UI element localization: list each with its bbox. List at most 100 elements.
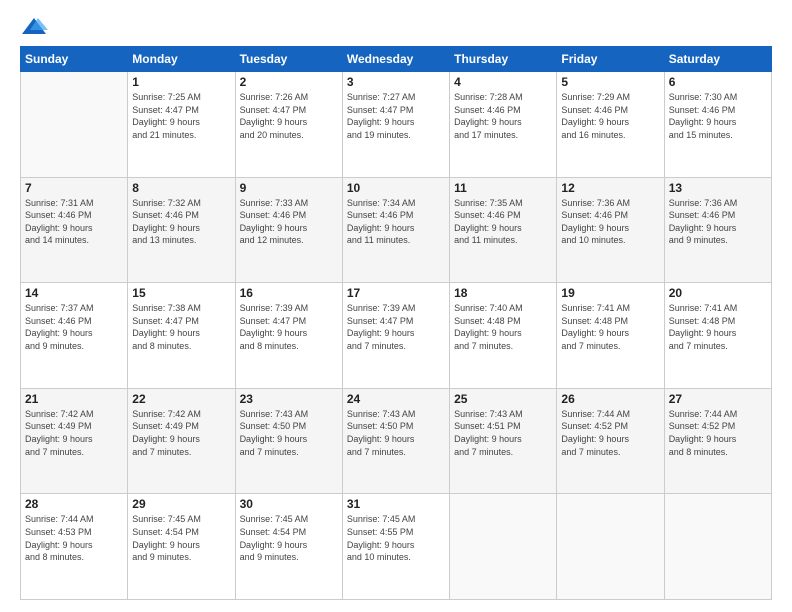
calendar-cell: 31 Sunrise: 7:45 AMSunset: 4:55 PMDayligh… [342, 494, 449, 600]
calendar-cell: 11Sunrise: 7:35 AMSunset: 4:46 PMDayligh… [450, 177, 557, 283]
calendar-cell: 22 Sunrise: 7:42 AMSunset: 4:49 PMDayligh… [128, 388, 235, 494]
day-info: Sunrise: 7:41 AMSunset: 4:48 PMDaylight:… [669, 302, 767, 352]
day-info: Sunrise: 7:38 AMSunset: 4:47 PMDaylight:… [132, 302, 230, 352]
day-info: Sunrise: 7:45 AMSunset: 4:54 PMDaylight:… [240, 513, 338, 563]
day-info: Sunrise: 7:33 AMSunset: 4:46 PMDaylight:… [240, 197, 338, 247]
day-info: Sunrise: 7:39 AMSunset: 4:47 PMDaylight:… [347, 302, 445, 352]
day-number: 7 [25, 181, 123, 195]
day-info: Sunrise: 7:28 AMSunset: 4:46 PMDaylight:… [454, 91, 552, 141]
calendar-cell [664, 494, 771, 600]
calendar-header-tuesday: Tuesday [235, 47, 342, 72]
day-info: Sunrise: 7:42 AMSunset: 4:49 PMDaylight:… [25, 408, 123, 458]
calendar-cell: 21 Sunrise: 7:42 AMSunset: 4:49 PMDayligh… [21, 388, 128, 494]
calendar-cell: 14Sunrise: 7:37 AMSunset: 4:46 PMDayligh… [21, 283, 128, 389]
header [20, 16, 772, 38]
day-number: 20 [669, 286, 767, 300]
calendar-cell: 26 Sunrise: 7:44 AMSunset: 4:52 PMDayligh… [557, 388, 664, 494]
day-info: Sunrise: 7:25 AMSunset: 4:47 PMDaylight:… [132, 91, 230, 141]
day-number: 15 [132, 286, 230, 300]
calendar-cell: 10 Sunrise: 7:34 AMSunset: 4:46 PMDayligh… [342, 177, 449, 283]
day-number: 17 [347, 286, 445, 300]
day-number: 24 [347, 392, 445, 406]
calendar-cell: 16 Sunrise: 7:39 AMSunset: 4:47 PMDayligh… [235, 283, 342, 389]
calendar-cell [21, 72, 128, 178]
calendar-cell: 23 Sunrise: 7:43 AMSunset: 4:50 PMDayligh… [235, 388, 342, 494]
calendar-cell: 18Sunrise: 7:40 AMSunset: 4:48 PMDayligh… [450, 283, 557, 389]
day-number: 31 [347, 497, 445, 511]
day-info: Sunrise: 7:44 AMSunset: 4:52 PMDaylight:… [561, 408, 659, 458]
day-info: Sunrise: 7:41 AMSunset: 4:48 PMDaylight:… [561, 302, 659, 352]
calendar-cell [557, 494, 664, 600]
day-info: Sunrise: 7:45 AMSunset: 4:55 PMDaylight:… [347, 513, 445, 563]
calendar-week-row: 21 Sunrise: 7:42 AMSunset: 4:49 PMDayligh… [21, 388, 772, 494]
day-number: 26 [561, 392, 659, 406]
day-number: 12 [561, 181, 659, 195]
day-info: Sunrise: 7:27 AMSunset: 4:47 PMDaylight:… [347, 91, 445, 141]
calendar-cell: 19Sunrise: 7:41 AMSunset: 4:48 PMDayligh… [557, 283, 664, 389]
day-number: 3 [347, 75, 445, 89]
day-number: 27 [669, 392, 767, 406]
logo-icon [20, 16, 48, 38]
day-number: 5 [561, 75, 659, 89]
calendar-header-sunday: Sunday [21, 47, 128, 72]
calendar-week-row: 7 Sunrise: 7:31 AMSunset: 4:46 PMDaylight… [21, 177, 772, 283]
calendar-cell: 13 Sunrise: 7:36 AMSunset: 4:46 PMDayligh… [664, 177, 771, 283]
day-info: Sunrise: 7:26 AMSunset: 4:47 PMDaylight:… [240, 91, 338, 141]
day-info: Sunrise: 7:34 AMSunset: 4:46 PMDaylight:… [347, 197, 445, 247]
day-info: Sunrise: 7:43 AMSunset: 4:51 PMDaylight:… [454, 408, 552, 458]
calendar-cell [450, 494, 557, 600]
day-number: 13 [669, 181, 767, 195]
day-number: 25 [454, 392, 552, 406]
day-number: 8 [132, 181, 230, 195]
calendar-cell: 29 Sunrise: 7:45 AMSunset: 4:54 PMDayligh… [128, 494, 235, 600]
calendar-cell: 7 Sunrise: 7:31 AMSunset: 4:46 PMDaylight… [21, 177, 128, 283]
day-info: Sunrise: 7:45 AMSunset: 4:54 PMDaylight:… [132, 513, 230, 563]
day-number: 28 [25, 497, 123, 511]
day-info: Sunrise: 7:32 AMSunset: 4:46 PMDaylight:… [132, 197, 230, 247]
day-info: Sunrise: 7:42 AMSunset: 4:49 PMDaylight:… [132, 408, 230, 458]
calendar-header-monday: Monday [128, 47, 235, 72]
calendar-header-row: SundayMondayTuesdayWednesdayThursdayFrid… [21, 47, 772, 72]
day-info: Sunrise: 7:36 AMSunset: 4:46 PMDaylight:… [669, 197, 767, 247]
calendar-cell: 30 Sunrise: 7:45 AMSunset: 4:54 PMDayligh… [235, 494, 342, 600]
day-number: 23 [240, 392, 338, 406]
calendar-week-row: 1 Sunrise: 7:25 AMSunset: 4:47 PMDaylight… [21, 72, 772, 178]
calendar-header-saturday: Saturday [664, 47, 771, 72]
day-number: 2 [240, 75, 338, 89]
day-number: 29 [132, 497, 230, 511]
calendar-table: SundayMondayTuesdayWednesdayThursdayFrid… [20, 46, 772, 600]
day-number: 30 [240, 497, 338, 511]
calendar-header-wednesday: Wednesday [342, 47, 449, 72]
day-number: 1 [132, 75, 230, 89]
day-info: Sunrise: 7:43 AMSunset: 4:50 PMDaylight:… [347, 408, 445, 458]
calendar-header-thursday: Thursday [450, 47, 557, 72]
calendar-cell: 15 Sunrise: 7:38 AMSunset: 4:47 PMDayligh… [128, 283, 235, 389]
day-number: 22 [132, 392, 230, 406]
calendar-header-friday: Friday [557, 47, 664, 72]
calendar-cell: 4 Sunrise: 7:28 AMSunset: 4:46 PMDaylight… [450, 72, 557, 178]
day-info: Sunrise: 7:43 AMSunset: 4:50 PMDaylight:… [240, 408, 338, 458]
day-number: 10 [347, 181, 445, 195]
day-info: Sunrise: 7:39 AMSunset: 4:47 PMDaylight:… [240, 302, 338, 352]
calendar-cell: 9Sunrise: 7:33 AMSunset: 4:46 PMDaylight… [235, 177, 342, 283]
calendar-cell: 20 Sunrise: 7:41 AMSunset: 4:48 PMDayligh… [664, 283, 771, 389]
calendar-cell: 6Sunrise: 7:30 AMSunset: 4:46 PMDaylight… [664, 72, 771, 178]
calendar-cell: 3 Sunrise: 7:27 AMSunset: 4:47 PMDaylight… [342, 72, 449, 178]
calendar-cell: 5Sunrise: 7:29 AMSunset: 4:46 PMDaylight… [557, 72, 664, 178]
calendar-cell: 28 Sunrise: 7:44 AMSunset: 4:53 PMDayligh… [21, 494, 128, 600]
day-number: 21 [25, 392, 123, 406]
day-number: 16 [240, 286, 338, 300]
calendar-cell: 24 Sunrise: 7:43 AMSunset: 4:50 PMDayligh… [342, 388, 449, 494]
day-info: Sunrise: 7:37 AMSunset: 4:46 PMDaylight:… [25, 302, 123, 352]
logo [20, 16, 52, 38]
calendar-cell: 12 Sunrise: 7:36 AMSunset: 4:46 PMDayligh… [557, 177, 664, 283]
day-info: Sunrise: 7:40 AMSunset: 4:48 PMDaylight:… [454, 302, 552, 352]
calendar-week-row: 28 Sunrise: 7:44 AMSunset: 4:53 PMDayligh… [21, 494, 772, 600]
calendar-week-row: 14Sunrise: 7:37 AMSunset: 4:46 PMDayligh… [21, 283, 772, 389]
day-info: Sunrise: 7:31 AMSunset: 4:46 PMDaylight:… [25, 197, 123, 247]
day-info: Sunrise: 7:30 AMSunset: 4:46 PMDaylight:… [669, 91, 767, 141]
day-info: Sunrise: 7:44 AMSunset: 4:53 PMDaylight:… [25, 513, 123, 563]
day-info: Sunrise: 7:44 AMSunset: 4:52 PMDaylight:… [669, 408, 767, 458]
day-info: Sunrise: 7:36 AMSunset: 4:46 PMDaylight:… [561, 197, 659, 247]
day-number: 4 [454, 75, 552, 89]
